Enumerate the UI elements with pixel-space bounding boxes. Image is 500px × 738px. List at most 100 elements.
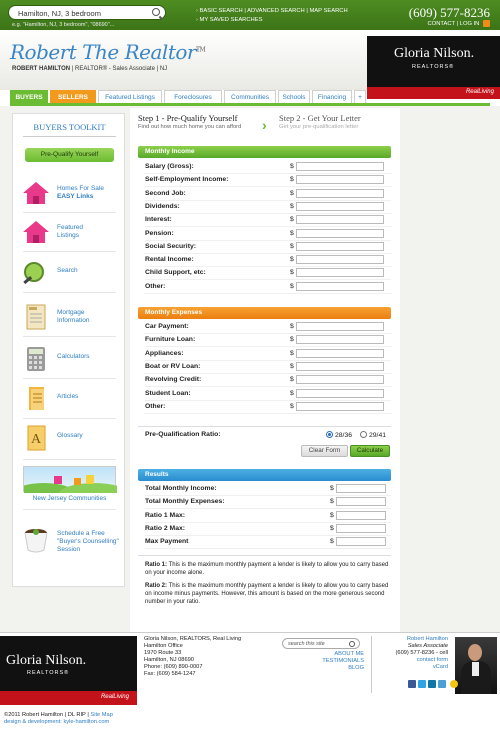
linkedin-icon[interactable]	[428, 680, 436, 688]
radio-selected-icon[interactable]	[326, 431, 333, 438]
form-row: Salary (Gross): $	[145, 162, 391, 174]
form-row: Other: $	[145, 281, 391, 294]
address-line: Gloria Nilson, REALTORS, Real Living	[144, 636, 242, 642]
search-icon[interactable]	[152, 8, 160, 16]
tab-foreclosures[interactable]: Foreclosures	[164, 90, 222, 104]
communities-banner[interactable]	[14, 466, 129, 505]
step-1[interactable]: Step 1 - Pre-Qualify Yourself Find out h…	[138, 113, 241, 130]
communities-link[interactable]: New Jersey Communities	[13, 495, 126, 502]
row-divider	[145, 534, 391, 536]
prequalify-button[interactable]: Pre-Qualify Yourself	[25, 148, 114, 162]
footer-brokerage-logo[interactable]: Gloria Nilson. REALTORS® RealLiving	[0, 636, 137, 705]
amount-input[interactable]	[296, 375, 384, 385]
twitter-icon[interactable]	[418, 680, 426, 688]
row-divider	[145, 346, 391, 348]
rss-icon[interactable]	[483, 20, 490, 27]
amount-input[interactable]	[296, 268, 384, 278]
amount-input[interactable]	[296, 322, 384, 331]
form-row: Pension: $	[145, 228, 391, 241]
ratio-option-label: 29/41	[369, 432, 387, 439]
site-logo[interactable]: Robert The RealtorTM	[10, 40, 206, 64]
map-search-link[interactable]: MAP SEARCH	[309, 8, 347, 14]
search-icon[interactable]	[349, 640, 355, 647]
amount-input[interactable]	[296, 162, 384, 171]
dl-text: DL RIP	[67, 712, 86, 718]
ratio-option-28-36[interactable]: 28/36	[326, 431, 352, 439]
credit-link[interactable]: design & development: kyle-hamilton.com	[4, 719, 109, 725]
row-divider	[145, 199, 391, 201]
blog-link[interactable]: BLOG	[282, 665, 364, 672]
top-search-links: BASIC SEARCH | ADVANCED SEARCH | MAP SEA…	[196, 7, 348, 25]
ratio-1-note: Ratio 1: This is the maximum monthly pay…	[145, 561, 393, 577]
amount-input[interactable]	[296, 388, 384, 398]
row-divider	[145, 173, 391, 174]
sidebar-divider	[23, 459, 116, 460]
row-divider	[145, 495, 391, 496]
amount-input[interactable]	[296, 201, 384, 211]
amount-input[interactable]	[296, 348, 384, 358]
step-2-title: Step 2 - Get Your Letter	[279, 113, 361, 123]
radio-unselected-icon[interactable]	[360, 431, 367, 438]
tab-schools[interactable]: Schools	[278, 90, 310, 104]
tab-more[interactable]: +	[354, 90, 366, 104]
amount-input[interactable]	[336, 523, 386, 533]
form-row: Second Job: $	[145, 188, 391, 201]
amount-input[interactable]	[296, 241, 384, 251]
ratio-option-29-41[interactable]: 29/41	[360, 431, 386, 439]
saved-searches-link[interactable]: MY SAVED SEARCHES	[196, 16, 348, 25]
sidebar-item-label: Homes For Sale EASY Links	[57, 185, 104, 201]
amount-input[interactable]	[296, 215, 384, 225]
label-line2: Listings	[57, 232, 80, 239]
form-row: Appliances: $	[145, 348, 391, 361]
amount-input[interactable]	[336, 497, 386, 507]
calculate-button[interactable]: Calculate	[350, 445, 390, 457]
photo-head	[468, 644, 482, 661]
sidebar-divider	[23, 292, 116, 293]
field-label: Appliances:	[145, 349, 184, 357]
currency-symbol: $	[290, 189, 294, 197]
amount-input[interactable]	[296, 401, 384, 411]
property-search-input[interactable]: Hamilton, NJ, 3 bedroom	[8, 5, 166, 20]
amount-input[interactable]	[296, 228, 384, 238]
login-link[interactable]: LOG IN	[460, 21, 480, 27]
sitemap-link[interactable]: Site Map	[90, 712, 112, 718]
amount-input[interactable]	[296, 281, 384, 291]
form-row: Rental Income: $	[145, 255, 391, 268]
monthly-expenses-heading: Monthly Expenses	[138, 307, 391, 319]
tab-featured-listings[interactable]: Featured Listings	[98, 90, 162, 104]
amount-input[interactable]	[336, 537, 386, 547]
advanced-search-link[interactable]: ADVANCED SEARCH	[247, 8, 305, 14]
amount-input[interactable]	[296, 335, 384, 345]
row-divider	[145, 333, 391, 334]
amount-input[interactable]	[336, 510, 386, 520]
email-icon[interactable]	[438, 680, 446, 688]
step-2[interactable]: Step 2 - Get Your Letter Get your pre-qu…	[279, 113, 361, 130]
results-heading: Results	[138, 469, 391, 481]
article-icon	[29, 387, 44, 410]
clear-form-button[interactable]: Clear Form	[301, 445, 348, 457]
contact-link[interactable]: CONTACT	[428, 21, 455, 27]
row-divider	[145, 226, 391, 228]
brokerage-logo[interactable]: Gloria Nilson. REALTORS® RealLiving	[367, 36, 500, 99]
house-icon	[23, 182, 49, 204]
vcard-link[interactable]: vCard	[378, 664, 448, 671]
contact-form-link[interactable]: contact form	[378, 657, 448, 664]
about-me-link[interactable]: ABOUT ME	[282, 651, 364, 658]
testimonials-link[interactable]: TESTIMONIALS	[282, 658, 364, 665]
amount-input[interactable]	[296, 255, 384, 265]
row-divider	[145, 399, 391, 401]
tab-communities[interactable]: Communities	[224, 90, 276, 104]
tab-sellers[interactable]: SELLERS	[50, 90, 96, 104]
office-address: Gloria Nilson, REALTORS, Real Living Ham…	[144, 636, 241, 678]
amount-input[interactable]	[296, 361, 384, 371]
basic-search-link[interactable]: BASIC SEARCH	[200, 8, 243, 14]
tab-financing[interactable]: Financing	[312, 90, 352, 104]
row-divider	[145, 252, 391, 254]
facebook-icon[interactable]	[408, 680, 416, 688]
amount-input[interactable]	[336, 484, 386, 493]
amount-input[interactable]	[296, 175, 384, 185]
site-search-input[interactable]: search this site	[282, 638, 360, 649]
badge-icon[interactable]	[450, 680, 458, 688]
tab-buyers[interactable]: BUYERS	[10, 90, 48, 104]
amount-input[interactable]	[296, 188, 384, 198]
